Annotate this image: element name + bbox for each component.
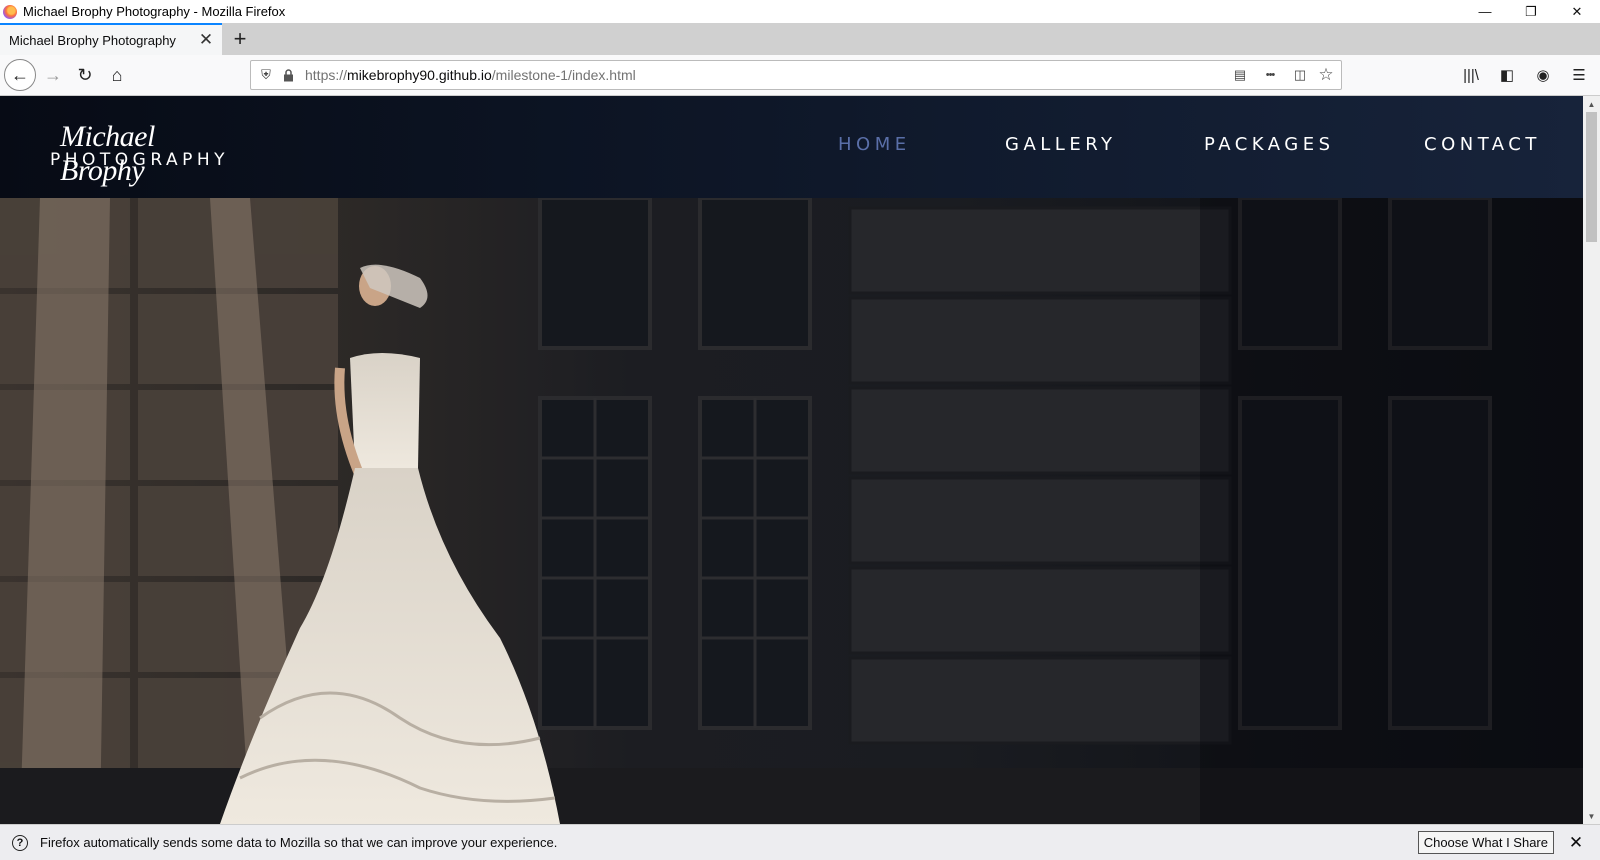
home-button[interactable]: ⌂	[102, 60, 132, 90]
help-question-icon: ?	[12, 834, 28, 851]
nav-link-packages[interactable]: PACKAGES	[1204, 134, 1335, 155]
tab-close-icon[interactable]: ✕	[196, 30, 216, 50]
close-window-button[interactable]: ✕	[1554, 0, 1600, 23]
menu-icon[interactable]: ☰	[1564, 60, 1594, 90]
scroll-up-arrow-icon[interactable]: ▲	[1583, 96, 1600, 112]
nav-link-gallery[interactable]: GALLERY	[1005, 134, 1117, 155]
telemetry-notification-bar: ? Firefox automatically sends some data …	[0, 824, 1600, 860]
pocket-icon[interactable]: ◫	[1289, 64, 1311, 86]
lock-icon[interactable]	[277, 64, 299, 86]
page-viewport: Michael Brophy PHOTOGRAPHY HOME GALLERY …	[0, 96, 1583, 824]
notification-close-icon[interactable]: ✕	[1566, 833, 1586, 853]
tracking-shield-icon[interactable]: ⛨	[255, 64, 277, 86]
tab-michael-brophy-photography[interactable]: Michael Brophy Photography ✕	[0, 23, 222, 55]
minimize-button[interactable]: —	[1462, 0, 1508, 23]
new-tab-button[interactable]: +	[226, 26, 254, 52]
site-navigation: HOME GALLERY PACKAGES CONTACT	[0, 134, 1583, 158]
nav-link-contact[interactable]: CONTACT	[1424, 134, 1541, 155]
scroll-thumb[interactable]	[1586, 112, 1597, 242]
restore-button[interactable]: ❐	[1508, 0, 1554, 23]
site-header: Michael Brophy PHOTOGRAPHY HOME GALLERY …	[0, 96, 1583, 198]
url-bar[interactable]: ⛨ https://mikebrophy90.github.io/milesto…	[250, 60, 1342, 90]
scroll-down-arrow-icon[interactable]: ▼	[1583, 808, 1600, 824]
sidebar-icon[interactable]: ◧	[1492, 60, 1522, 90]
reader-view-icon[interactable]: ▤	[1229, 64, 1251, 86]
choose-what-i-share-button[interactable]: Choose What I Share	[1417, 831, 1554, 854]
nav-link-home[interactable]: HOME	[838, 134, 911, 155]
library-icon[interactable]: |||\	[1456, 60, 1486, 90]
tab-title: Michael Brophy Photography	[9, 32, 176, 48]
notification-message: Firefox automatically sends some data to…	[40, 835, 558, 850]
bookmark-star-icon[interactable]: ☆	[1315, 64, 1337, 86]
url-text[interactable]: https://mikebrophy90.github.io/milestone…	[305, 67, 1229, 83]
page-actions-icon[interactable]: •••	[1255, 64, 1285, 86]
back-button[interactable]: ←	[4, 59, 36, 91]
reload-button[interactable]: ↻	[70, 60, 100, 90]
hero-image	[0, 198, 1583, 824]
firefox-logo-icon	[3, 4, 17, 19]
page-scrollbar[interactable]: ▲ ▼	[1583, 96, 1600, 824]
tab-strip: Michael Brophy Photography ✕ +	[0, 23, 1600, 55]
window-title: Michael Brophy Photography - Mozilla Fir…	[23, 4, 286, 19]
forward-button[interactable]: →	[38, 60, 68, 90]
account-icon[interactable]: ◉	[1528, 60, 1558, 90]
window-controls: — ❐ ✕	[1462, 0, 1600, 23]
navigation-toolbar: ← → ↻ ⌂ ⛨ https://mikebrophy90.github.io…	[0, 55, 1600, 96]
hero-photo-bride	[0, 198, 1583, 824]
window-titlebar: Michael Brophy Photography - Mozilla Fir…	[0, 0, 1600, 23]
